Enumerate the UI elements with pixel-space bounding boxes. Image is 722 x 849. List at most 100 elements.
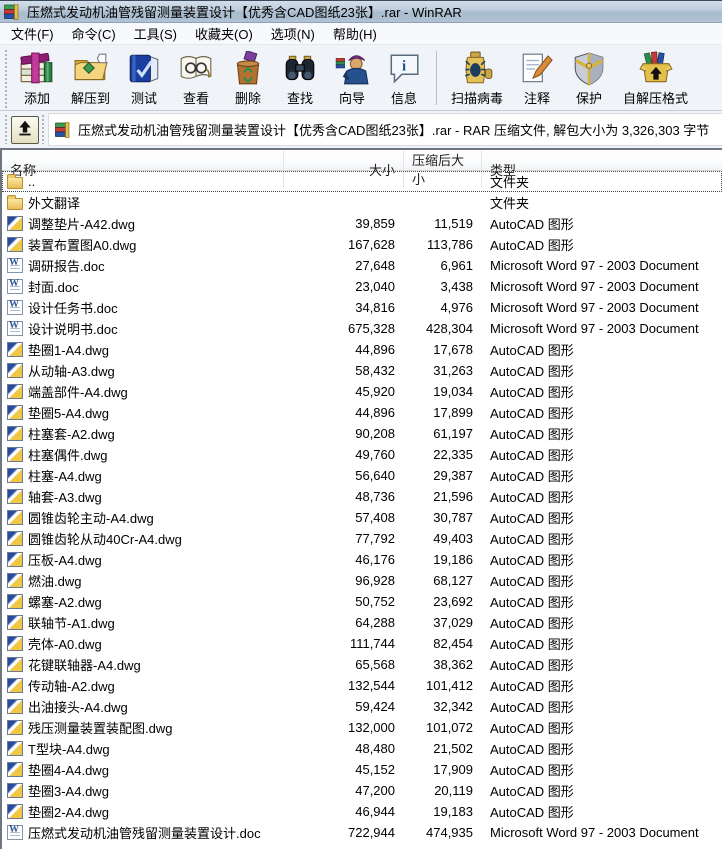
file-size: 90,208 [284,426,404,441]
file-size: 65,568 [284,657,404,672]
dwg-file-icon [7,573,23,588]
dwg-file-icon [7,678,23,693]
table-row[interactable]: .. 文件夹 [2,171,722,192]
sfx-button[interactable]: 自解压格式 [615,48,696,110]
dwg-file-icon [7,237,23,252]
dwg-file-icon [7,489,23,504]
file-type: AutoCAD 图形 [482,592,722,611]
file-size: 57,408 [284,510,404,525]
virus-scan-button[interactable]: 扫描病毒 [443,48,511,110]
table-row[interactable]: 壳体-A0.dwg 111,744 82,454 AutoCAD 图形 [2,633,722,654]
table-row[interactable]: T型块-A4.dwg 48,480 21,502 AutoCAD 图形 [2,738,722,759]
table-row[interactable]: 设计说明书.doc 675,328 428,304 Microsoft Word… [2,318,722,339]
comment-icon [519,51,555,87]
table-row[interactable]: 压燃式发动机油管残留测量装置设计.doc 722,944 474,935 Mic… [2,822,722,843]
table-row[interactable]: 圆锥齿轮主动-A4.dwg 57,408 30,787 AutoCAD 图形 [2,507,722,528]
dwg-file-icon [7,405,23,420]
table-row[interactable]: 垫圈3-A4.dwg 47,200 20,119 AutoCAD 图形 [2,780,722,801]
file-name: 柱塞-A4.dwg [28,466,102,485]
table-row[interactable]: 调整垫片-A42.dwg 39,859 11,519 AutoCAD 图形 [2,213,722,234]
virus-scan-icon [459,51,495,87]
file-type: AutoCAD 图形 [482,634,722,653]
table-row[interactable]: 残压测量装置装配图.dwg 132,000 101,072 AutoCAD 图形 [2,717,722,738]
file-size: 56,640 [284,468,404,483]
file-packed: 31,263 [404,363,482,378]
wizard-button[interactable]: 向导 [326,48,378,110]
table-row[interactable]: 螺塞-A2.dwg 50,752 23,692 AutoCAD 图形 [2,591,722,612]
protect-button[interactable]: 保护 [563,48,615,110]
file-packed: 19,034 [404,384,482,399]
file-size: 45,920 [284,384,404,399]
comment-button[interactable]: 注释 [511,48,563,110]
addressbar-gripper[interactable] [4,115,9,144]
file-type: 文件夹 [482,172,722,191]
address-field[interactable]: 压燃式发动机油管残留测量装置设计【优秀含CAD图纸23张】.rar - RAR … [48,113,722,146]
up-button[interactable] [11,116,39,144]
address-bar: 压燃式发动机油管残留测量装置设计【优秀含CAD图纸23张】.rar - RAR … [0,111,722,148]
file-size: 23,040 [284,279,404,294]
table-row[interactable]: 柱塞偶件.dwg 49,760 22,335 AutoCAD 图形 [2,444,722,465]
addressfield-gripper[interactable] [41,115,46,144]
dwg-file-icon [7,741,23,756]
file-packed: 17,899 [404,405,482,420]
file-name: 出油接头-A4.dwg [28,697,128,716]
table-row[interactable]: 垫圈4-A4.dwg 45,152 17,909 AutoCAD 图形 [2,759,722,780]
menu-item-commands[interactable]: 命令(C) [63,22,125,45]
title-bar: 压燃式发动机油管残留测量装置设计【优秀含CAD图纸23张】.rar - WinR… [0,0,722,23]
menu-item-file[interactable]: 文件(F) [2,22,63,45]
table-row[interactable]: 花键联轴器-A4.dwg 65,568 38,362 AutoCAD 图形 [2,654,722,675]
table-row[interactable]: 设计任务书.doc 34,816 4,976 Microsoft Word 97… [2,297,722,318]
table-row[interactable]: 调研报告.doc 27,648 6,961 Microsoft Word 97 … [2,255,722,276]
test-archive-button[interactable]: 测试 [118,48,170,110]
file-packed: 21,502 [404,741,482,756]
table-row[interactable]: 封面.doc 23,040 3,438 Microsoft Word 97 - … [2,276,722,297]
table-row[interactable]: 外文翻译 文件夹 [2,192,722,213]
table-row[interactable]: 出油接头-A4.dwg 59,424 32,342 AutoCAD 图形 [2,696,722,717]
file-type: AutoCAD 图形 [482,760,722,779]
table-row[interactable]: 压板-A4.dwg 46,176 19,186 AutoCAD 图形 [2,549,722,570]
folder-file-icon [7,198,23,210]
table-row[interactable]: 燃油.dwg 96,928 68,127 AutoCAD 图形 [2,570,722,591]
table-row[interactable]: 柱塞套-A2.dwg 90,208 61,197 AutoCAD 图形 [2,423,722,444]
info-button[interactable]: i 信息 [378,48,430,110]
file-type: AutoCAD 图形 [482,424,722,443]
find-button[interactable]: 查找 [274,48,326,110]
toolbar-button-label: 查找 [287,88,313,107]
table-row[interactable]: 垫圈1-A4.dwg 44,896 17,678 AutoCAD 图形 [2,339,722,360]
file-name: 压板-A4.dwg [28,550,102,569]
test-archive-icon [126,51,162,87]
table-row[interactable]: 从动轴-A3.dwg 58,432 31,263 AutoCAD 图形 [2,360,722,381]
toolbar-gripper[interactable] [4,50,9,108]
menu-item-help[interactable]: 帮助(H) [324,22,386,45]
file-type: AutoCAD 图形 [482,529,722,548]
table-row[interactable]: 端盖部件-A4.dwg 45,920 19,034 AutoCAD 图形 [2,381,722,402]
table-row[interactable]: 圆锥齿轮从动40Cr-A4.dwg 77,792 49,403 AutoCAD … [2,528,722,549]
file-packed: 474,935 [404,825,482,840]
menu-item-options[interactable]: 选项(N) [262,22,324,45]
menu-item-tools[interactable]: 工具(S) [125,22,186,45]
table-row[interactable]: 轴套-A3.dwg 48,736 21,596 AutoCAD 图形 [2,486,722,507]
table-row[interactable]: 装置布置图A0.dwg 167,628 113,786 AutoCAD 图形 [2,234,722,255]
toolbar-button-label: 向导 [339,88,365,107]
table-row[interactable]: 柱塞-A4.dwg 56,640 29,387 AutoCAD 图形 [2,465,722,486]
file-type: AutoCAD 图形 [482,739,722,758]
file-type: AutoCAD 图形 [482,466,722,485]
svg-text:i: i [402,59,406,75]
toolbar-button-label: 查看 [183,88,209,107]
file-name: 装置布置图A0.dwg [28,235,136,254]
menu-item-favorites[interactable]: 收藏夹(O) [186,22,262,45]
table-row[interactable]: 联轴节-A1.dwg 64,288 37,029 AutoCAD 图形 [2,612,722,633]
file-size: 722,944 [284,825,404,840]
file-name: 垫圈2-A4.dwg [28,802,109,821]
add-button[interactable]: 添加 [11,48,63,110]
view-file-button[interactable]: 查看 [170,48,222,110]
file-size: 77,792 [284,531,404,546]
file-size: 675,328 [284,321,404,336]
extract-to-icon [73,51,109,87]
extract-to-button[interactable]: 解压到 [63,48,118,110]
table-row[interactable]: 垫圈2-A4.dwg 46,944 19,183 AutoCAD 图形 [2,801,722,822]
table-row[interactable]: 垫圈5-A4.dwg 44,896 17,899 AutoCAD 图形 [2,402,722,423]
table-row[interactable]: 传动轴-A2.dwg 132,544 101,412 AutoCAD 图形 [2,675,722,696]
delete-button[interactable]: 删除 [222,48,274,110]
toolbar-separator [436,51,437,105]
